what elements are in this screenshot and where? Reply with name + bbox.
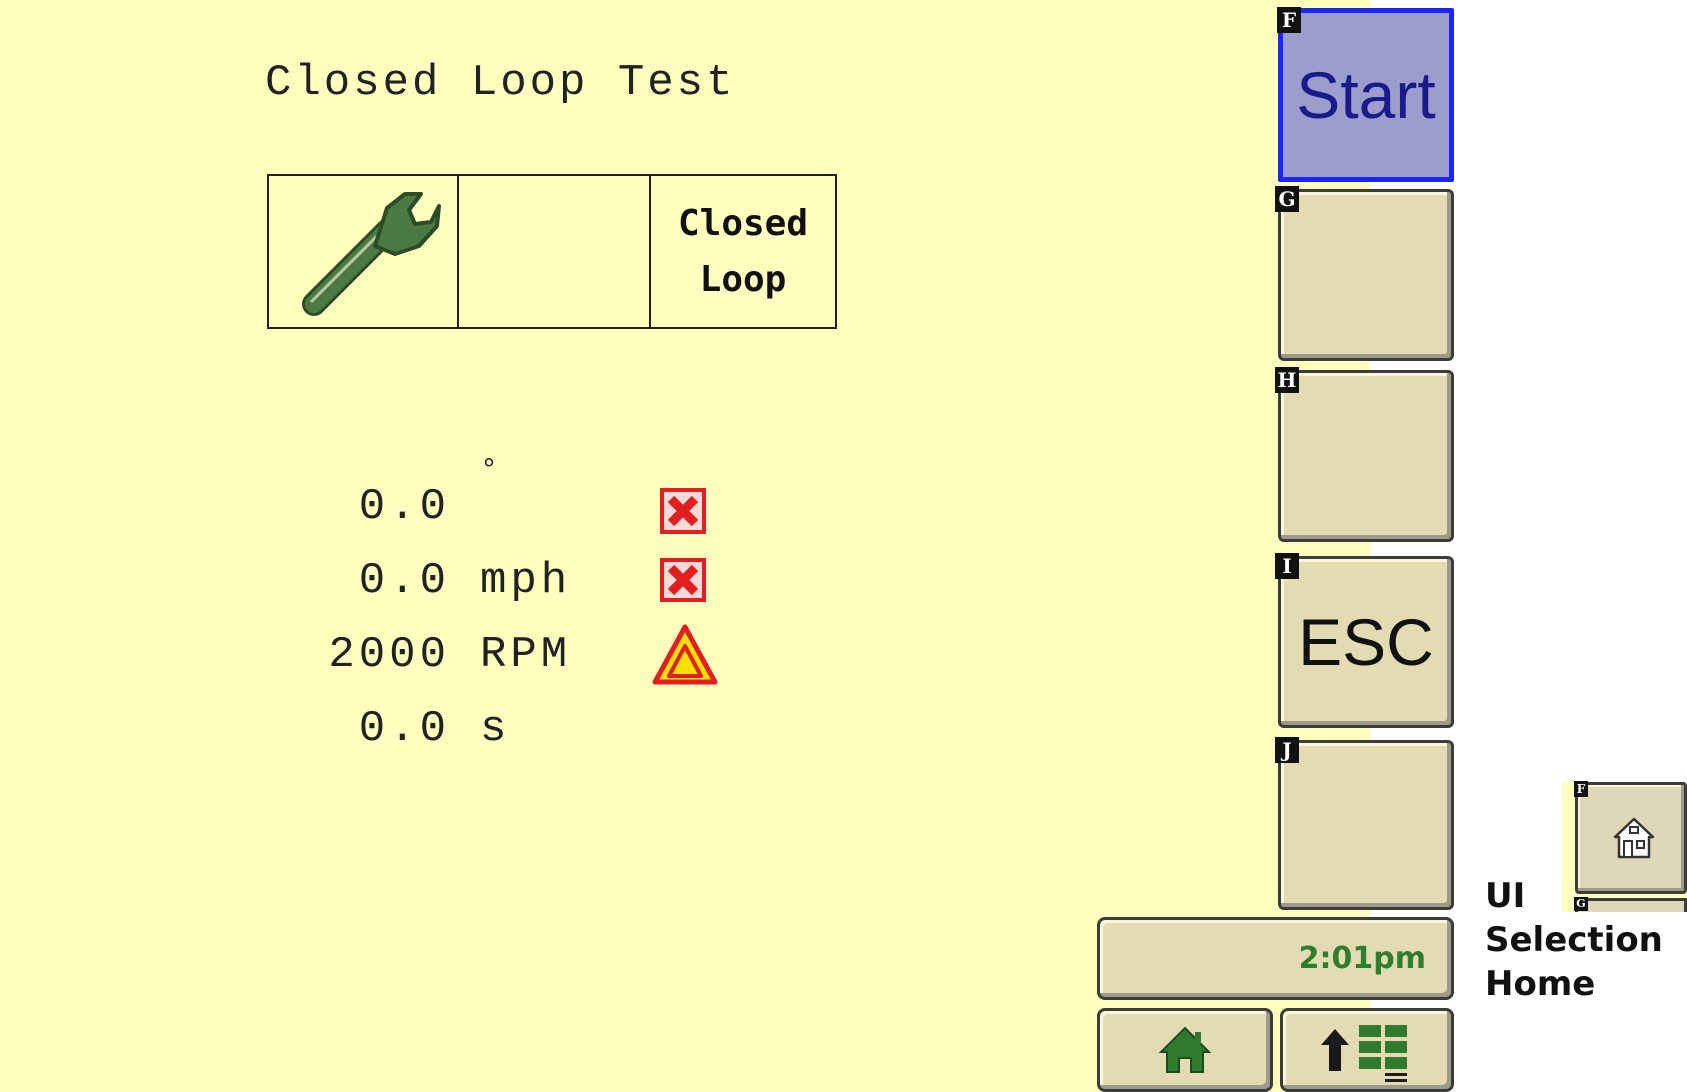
home-outline-icon xyxy=(1613,817,1655,859)
mini-key-letter: F xyxy=(1574,781,1588,797)
reading-row-angle: 0.0 ° xyxy=(290,454,720,542)
angle-unit: ° xyxy=(480,454,503,488)
reading-row-speed: 0.0 mph xyxy=(290,556,720,616)
softkey-g[interactable]: G xyxy=(1275,186,1454,361)
clock-display: 2:01pm xyxy=(1097,917,1454,1000)
mini-home-key: F xyxy=(1574,781,1687,894)
warning-triangle-icon xyxy=(652,624,718,700)
softkey-j[interactable]: J xyxy=(1275,737,1454,910)
mini-key-letter-2: G xyxy=(1574,897,1588,911)
esc-button-label: ESC xyxy=(1298,605,1434,679)
mini-softkey-preview: F G xyxy=(1562,781,1687,912)
error-x-icon xyxy=(660,558,706,616)
status-cell-icon xyxy=(269,176,459,327)
home-button[interactable] xyxy=(1097,1008,1273,1092)
angle-value: 0.0 xyxy=(358,482,450,532)
rpm-value: 2000 xyxy=(328,630,450,680)
rpm-unit: RPM xyxy=(480,630,572,680)
speed-unit: mph xyxy=(480,556,572,606)
home-icon xyxy=(1158,1026,1212,1073)
menu-button[interactable] xyxy=(1280,1008,1454,1092)
reading-row-time: 0.0 s xyxy=(290,704,720,764)
softkey-g-label xyxy=(1281,192,1451,358)
softkey-j-label xyxy=(1281,743,1451,907)
softkey-h[interactable]: H xyxy=(1275,367,1454,542)
error-x-icon xyxy=(660,488,706,548)
softkey-h-label xyxy=(1281,373,1451,539)
speed-value: 0.0 xyxy=(358,556,450,606)
annotation-line-2: Selection xyxy=(1485,920,1663,960)
mode-label: Closed Loop xyxy=(651,176,835,327)
time-unit: s xyxy=(480,704,511,754)
page-title: Closed Loop Test xyxy=(265,58,736,108)
softkey-f-start[interactable]: F Start xyxy=(1277,7,1454,182)
wrench-icon xyxy=(302,192,441,316)
reading-row-rpm: 2000 RPM xyxy=(290,624,720,690)
time-value: 0.0 xyxy=(358,704,450,754)
start-button-label: Start xyxy=(1296,58,1436,132)
display-screen: Closed Loop Test Closed Loop 0.0 ° 0.0 m… xyxy=(0,0,1454,1092)
mode-line-1: Closed xyxy=(677,202,809,244)
mini-key-second: G xyxy=(1574,897,1687,912)
status-cell-blank xyxy=(459,176,651,327)
up-arrow-menu-icon xyxy=(1321,1025,1407,1082)
mode-line-2: Loop xyxy=(699,258,787,300)
annotation-line-3: Home xyxy=(1485,964,1596,1004)
softkey-i-esc[interactable]: I ESC xyxy=(1275,553,1454,728)
status-table: Closed Loop xyxy=(267,174,837,329)
